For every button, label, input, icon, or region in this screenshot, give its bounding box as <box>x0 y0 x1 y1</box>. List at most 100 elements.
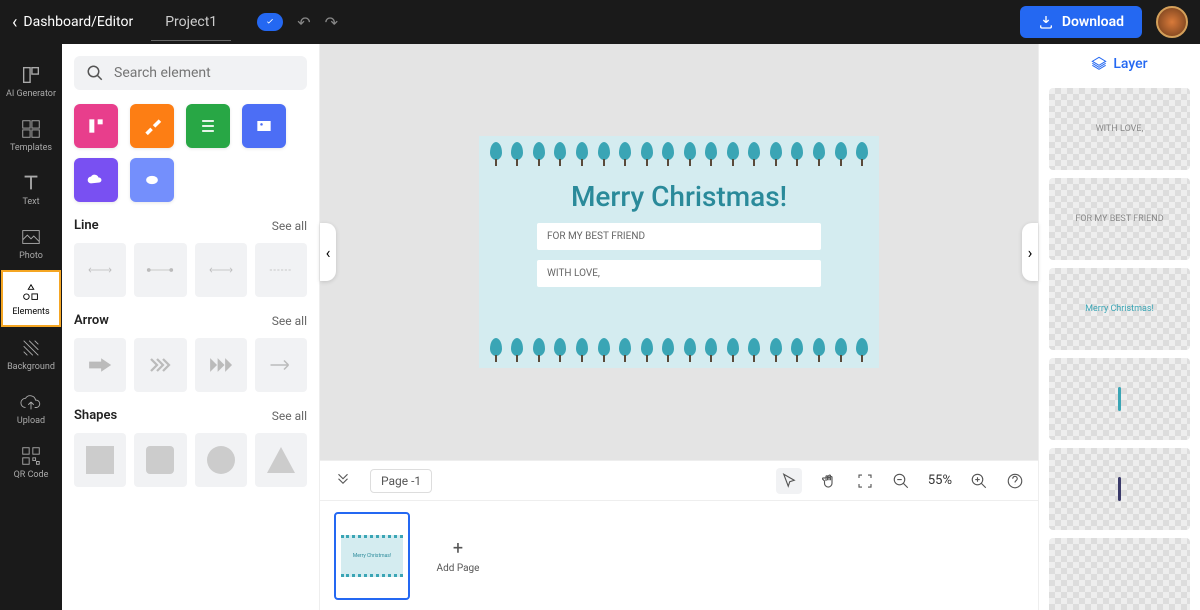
zoom-out-icon[interactable] <box>892 472 910 490</box>
shape-square[interactable] <box>74 433 126 487</box>
search-box[interactable] <box>74 56 307 90</box>
palette-item[interactable] <box>74 104 118 148</box>
layer-tab[interactable]: Layer <box>1039 44 1200 84</box>
nav-label: Text <box>22 198 39 208</box>
sync-status-icon[interactable] <box>257 13 283 31</box>
layer-item[interactable]: WITH LOVE, <box>1049 88 1190 170</box>
nav-label: Background <box>7 363 55 373</box>
canvas-toolbar: Page -1 55% <box>320 460 1038 500</box>
panel-collapse-right[interactable]: › <box>1022 223 1038 281</box>
arrow-thumb[interactable] <box>134 338 186 392</box>
panel-collapse-left[interactable]: ‹ <box>320 223 336 281</box>
section-title-shapes: Shapes <box>74 408 117 423</box>
section-title-arrow: Arrow <box>74 313 109 328</box>
user-avatar[interactable] <box>1156 6 1188 38</box>
nav-ai-generator[interactable]: AI Generator <box>0 54 62 108</box>
pt-title: Merry Christmas! <box>353 553 391 559</box>
palette-item[interactable] <box>130 104 174 148</box>
canvas-card[interactable]: Merry Christmas! FOR MY BEST FRIEND WITH… <box>479 136 879 368</box>
background-icon <box>20 337 42 359</box>
back-icon[interactable]: ‹ <box>12 12 17 33</box>
card-field-1[interactable]: FOR MY BEST FRIEND <box>537 223 821 250</box>
hand-tool[interactable] <box>820 472 838 490</box>
redo-icon[interactable]: ↷ <box>325 13 338 32</box>
project-name-input[interactable]: Project1 <box>151 12 231 41</box>
see-all-arrow[interactable]: See all <box>272 314 307 328</box>
elements-icon <box>20 282 42 304</box>
download-button[interactable]: Download <box>1020 6 1142 38</box>
zoom-in-icon[interactable] <box>970 472 988 490</box>
nav-label: Upload <box>17 417 45 427</box>
help-icon[interactable] <box>1006 472 1024 490</box>
line-thumb[interactable] <box>134 243 186 297</box>
shape-triangle[interactable] <box>255 433 307 487</box>
pages-strip: Merry Christmas! + Add Page <box>320 500 1038 610</box>
shape-rounded-square[interactable] <box>134 433 186 487</box>
qrcode-icon <box>20 445 42 467</box>
nav-photo[interactable]: Photo <box>0 216 62 270</box>
download-icon <box>1038 14 1054 30</box>
layer-item[interactable] <box>1049 358 1190 440</box>
arrow-thumb[interactable] <box>255 338 307 392</box>
cloud-icon <box>86 170 106 190</box>
page-label[interactable]: Page -1 <box>370 469 432 493</box>
nav-text[interactable]: Text <box>0 162 62 216</box>
nav-label: Templates <box>10 144 52 154</box>
grid-icon <box>86 116 106 136</box>
line-thumb[interactable] <box>195 243 247 297</box>
layer-item[interactable] <box>1049 538 1190 610</box>
nav-upload[interactable]: Upload <box>0 381 62 435</box>
blob-icon <box>142 170 162 190</box>
text-icon <box>20 172 42 194</box>
palette-item[interactable] <box>74 158 118 202</box>
shape-circle[interactable] <box>195 433 247 487</box>
canvas-area: ‹ › Merry Christmas! FOR MY BEST FRIEND … <box>320 44 1038 610</box>
see-all-shapes[interactable]: See all <box>272 409 307 423</box>
cursor-tool[interactable] <box>776 468 802 494</box>
templates-icon <box>20 118 42 140</box>
palette-item[interactable] <box>130 158 174 202</box>
photo-icon <box>20 226 42 248</box>
list-icon <box>198 116 218 136</box>
tree-border-bottom <box>479 334 879 366</box>
nav-templates[interactable]: Templates <box>0 108 62 162</box>
search-icon <box>86 64 104 82</box>
card-field-2[interactable]: WITH LOVE, <box>537 260 821 287</box>
nav-background[interactable]: Background <box>0 327 62 381</box>
canvas-viewport[interactable]: ‹ › Merry Christmas! FOR MY BEST FRIEND … <box>320 44 1038 460</box>
layer-item[interactable] <box>1049 448 1190 530</box>
arrow-thumb[interactable] <box>74 338 126 392</box>
layer-label: Layer <box>1113 56 1147 72</box>
elements-panel: LineSee all ArrowSee all ShapesSee all <box>62 44 320 610</box>
collapse-pages-icon[interactable] <box>334 472 352 490</box>
layer-item[interactable]: FOR MY BEST FRIEND <box>1049 178 1190 260</box>
line-thumb[interactable] <box>255 243 307 297</box>
fullscreen-icon[interactable] <box>856 472 874 490</box>
arrow-thumb[interactable] <box>195 338 247 392</box>
palette-item[interactable] <box>242 104 286 148</box>
breadcrumb-editor[interactable]: /Editor <box>91 14 133 30</box>
nav-qrcode[interactable]: QR Code <box>0 435 62 489</box>
brush-icon <box>142 116 162 136</box>
zoom-level[interactable]: 55% <box>928 473 952 488</box>
card-title[interactable]: Merry Christmas! <box>479 180 879 213</box>
line-thumb[interactable] <box>74 243 126 297</box>
search-input[interactable] <box>114 65 295 81</box>
palette-item[interactable] <box>186 104 230 148</box>
add-page-label: Add Page <box>437 563 480 574</box>
nav-label: Elements <box>12 308 49 318</box>
page-thumbnail[interactable]: Merry Christmas! <box>334 512 410 600</box>
nav-label: AI Generator <box>6 90 56 100</box>
layer-item[interactable]: Merry Christmas! <box>1049 268 1190 350</box>
download-label: Download <box>1062 14 1124 30</box>
left-nav: AI Generator Templates Text Photo Elemen… <box>0 44 62 610</box>
undo-icon[interactable]: ↶ <box>297 13 310 32</box>
upload-icon <box>20 391 42 413</box>
nav-label: QR Code <box>14 471 49 481</box>
add-page-button[interactable]: + Add Page <box>420 512 496 600</box>
see-all-line[interactable]: See all <box>272 219 307 233</box>
nav-label: Photo <box>19 252 43 262</box>
tree-border-top <box>479 138 879 170</box>
nav-elements[interactable]: Elements <box>1 270 61 328</box>
breadcrumb-dashboard[interactable]: Dashboard <box>23 14 91 30</box>
